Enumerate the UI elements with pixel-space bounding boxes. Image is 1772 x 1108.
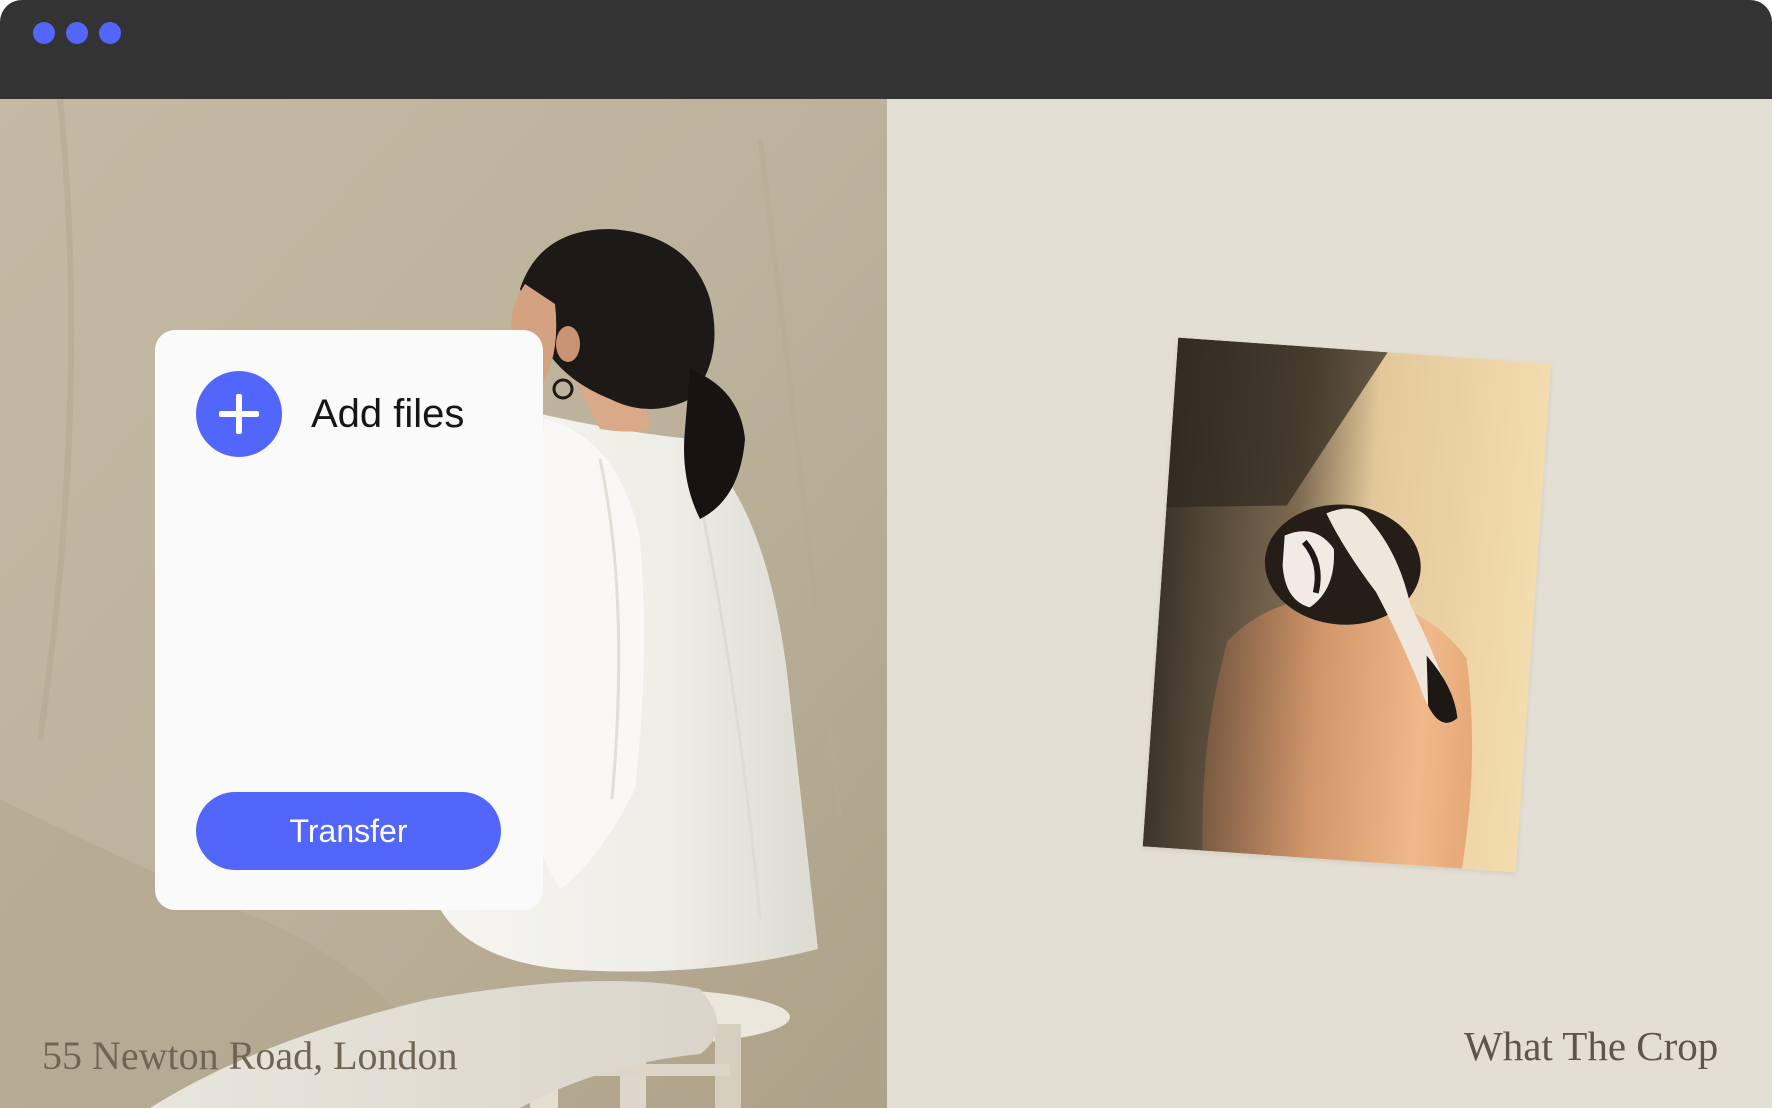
gallery-photo-illustration [1142, 337, 1552, 873]
add-files-row[interactable]: Add files [196, 371, 464, 457]
title-bar [0, 0, 1772, 99]
maximize-dot-icon[interactable] [99, 22, 121, 44]
add-files-label: Add files [311, 391, 465, 436]
upload-card: Add files Transfer [155, 330, 543, 910]
browser-window: 55 Newton Road, London What The Crop Add… [0, 0, 1772, 1108]
close-dot-icon[interactable] [33, 22, 55, 44]
gallery-photo [1142, 337, 1552, 873]
transfer-button[interactable]: Transfer [196, 792, 501, 870]
minimize-dot-icon[interactable] [66, 22, 88, 44]
studio-address: 55 Newton Road, London [42, 1033, 458, 1078]
add-files-button[interactable] [196, 371, 282, 457]
brand-name: What The Crop [1464, 1023, 1719, 1069]
